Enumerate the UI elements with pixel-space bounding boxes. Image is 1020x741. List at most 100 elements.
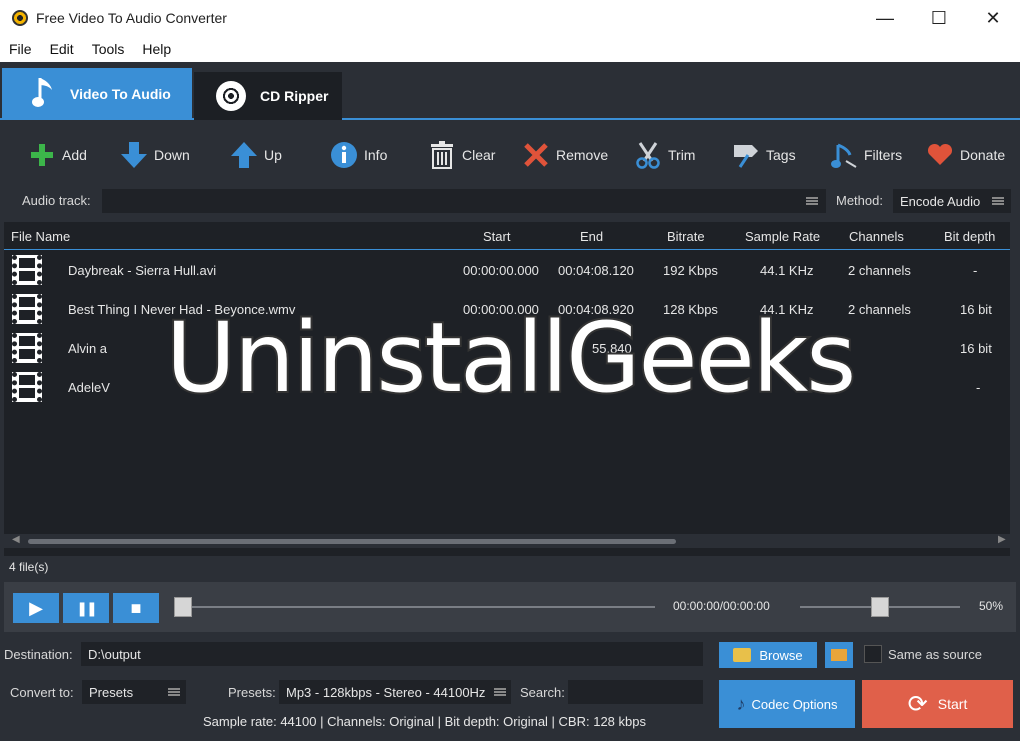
browse-button[interactable]: Browse	[719, 642, 817, 668]
audio-track-select[interactable]	[102, 189, 826, 213]
filters-label: Filters	[864, 147, 903, 163]
presets-label: Presets:	[228, 685, 276, 700]
col-start[interactable]: Start	[483, 229, 510, 244]
filters-button[interactable]: Filters	[830, 138, 902, 172]
trim-button[interactable]: Trim	[634, 138, 695, 172]
cell-end: 00:04:08.120	[558, 263, 634, 278]
minimize-button[interactable]: —	[858, 0, 912, 36]
presets-select[interactable]: Mp3 - 128kbps - Stereo - 44100Hz	[279, 680, 511, 704]
scroll-left-icon[interactable]: ◀	[12, 534, 20, 545]
tab-cd-ripper[interactable]: CD Ripper	[194, 72, 342, 120]
cell-bitrate: 192 Kbps	[663, 263, 718, 278]
table-header: File Name Start End Bitrate Sample Rate …	[4, 222, 1010, 250]
cell-bit-depth: -	[976, 380, 981, 395]
scrollbar-thumb[interactable]	[28, 539, 676, 544]
cell-bitrate: 128 Kbps	[663, 302, 718, 317]
open-folder-icon	[831, 649, 847, 661]
menu-lines-icon	[494, 688, 506, 696]
toolbar: Add Down Up Info Clear Remove Trim Tags	[0, 132, 1020, 178]
col-sample-rate[interactable]: Sample Rate	[745, 229, 820, 244]
stop-button[interactable]: ■	[113, 593, 159, 623]
volume-knob[interactable]	[871, 597, 889, 617]
up-button[interactable]: Up	[230, 138, 282, 172]
folder-icon	[733, 648, 752, 662]
info-label: Info	[364, 147, 388, 163]
tab-video-to-audio[interactable]: Video To Audio	[2, 68, 192, 120]
tags-button[interactable]: Tags	[732, 138, 796, 172]
remove-label: Remove	[556, 147, 609, 163]
search-label: Search:	[520, 685, 565, 700]
menu-help[interactable]: Help	[133, 41, 180, 57]
tag-icon	[732, 141, 760, 169]
table-row[interactable]: Daybreak - Sierra Hull.avi 00:00:00.000 …	[4, 251, 1010, 290]
remove-button[interactable]: Remove	[522, 138, 608, 172]
cell-start: 00:00:00.000	[463, 263, 539, 278]
down-button[interactable]: Down	[120, 138, 190, 172]
clear-button[interactable]: Clear	[428, 138, 495, 172]
film-icon	[12, 294, 42, 324]
method-value: Encode Audio	[900, 193, 981, 209]
info-icon	[330, 141, 358, 169]
title-bar: Free Video To Audio Converter — ☐ ✕	[0, 0, 1020, 36]
scroll-right-icon[interactable]: ▶	[998, 534, 1006, 545]
browse-label: Browse	[759, 647, 803, 663]
info-button[interactable]: Info	[330, 138, 387, 172]
table-row[interactable]: Best Thing I Never Had - Beyonce.wmv 00:…	[4, 290, 1010, 329]
codec-options-button[interactable]: ♪ Codec Options	[719, 680, 855, 728]
table-row[interactable]: Alvin a 55.840 16 bit	[4, 329, 1010, 368]
cell-end: 55.840	[592, 341, 632, 356]
menu-tools[interactable]: Tools	[83, 41, 134, 57]
film-icon	[12, 255, 42, 285]
tags-label: Tags	[766, 147, 796, 163]
time-display: 00:00:00/00:00:00	[673, 599, 770, 613]
cell-sample-rate: 44.1 KHz	[760, 302, 814, 317]
scissors-icon	[634, 141, 662, 169]
col-bitrate[interactable]: Bitrate	[667, 229, 705, 244]
pause-button[interactable]: ❚❚	[63, 593, 109, 623]
seek-track[interactable]	[179, 606, 655, 608]
add-label: Add	[62, 147, 87, 163]
open-folder-button[interactable]	[825, 642, 853, 668]
search-input[interactable]	[568, 680, 703, 704]
donate-button[interactable]: Donate	[926, 138, 1005, 172]
seek-knob[interactable]	[174, 597, 192, 617]
cell-end: 00:04:08.920	[558, 302, 634, 317]
cell-bit-depth: 16 bit	[960, 302, 992, 317]
method-label: Method:	[836, 193, 883, 208]
tab-label: CD Ripper	[260, 88, 329, 104]
play-button[interactable]: ▶	[13, 593, 59, 623]
col-bit-depth[interactable]: Bit depth	[944, 229, 995, 244]
cell-sample-rate: 44.1 KHz	[760, 263, 814, 278]
close-button[interactable]: ✕	[966, 0, 1020, 36]
convert-to-value: Presets	[89, 684, 134, 700]
col-file-name[interactable]: File Name	[11, 229, 70, 244]
menu-file[interactable]: File	[0, 41, 41, 57]
music-note-icon: ♪	[736, 693, 746, 714]
window-title: Free Video To Audio Converter	[36, 10, 227, 26]
pause-icon: ❚❚	[76, 599, 98, 616]
cell-start: 00:00:00.000	[463, 302, 539, 317]
file-count: 4 file(s)	[9, 560, 49, 574]
menu-lines-icon	[992, 197, 1004, 205]
destination-input[interactable]: D:\output	[81, 642, 703, 666]
plus-icon	[28, 141, 56, 169]
table-row[interactable]: AdeleV -	[4, 368, 1010, 407]
menu-lines-icon	[806, 197, 818, 205]
add-button[interactable]: Add	[28, 138, 87, 172]
maximize-button[interactable]: ☐	[912, 0, 966, 36]
same-as-source-checkbox[interactable]	[864, 645, 882, 663]
clear-label: Clear	[462, 147, 496, 163]
audio-track-label: Audio track:	[22, 193, 91, 208]
down-label: Down	[154, 147, 190, 163]
col-end[interactable]: End	[580, 229, 603, 244]
cell-bit-depth: 16 bit	[960, 341, 992, 356]
film-icon	[12, 333, 42, 363]
convert-to-label: Convert to:	[10, 685, 74, 700]
col-channels[interactable]: Channels	[849, 229, 904, 244]
menu-edit[interactable]: Edit	[41, 41, 83, 57]
cell-name: Daybreak - Sierra Hull.avi	[68, 263, 217, 278]
refresh-icon: ⟳	[907, 690, 928, 718]
horizontal-scrollbar[interactable]: ◀ ▶	[4, 534, 1010, 548]
tab-bar: Video To Audio CD Ripper	[0, 62, 1020, 120]
start-button[interactable]: ⟳ Start	[862, 680, 1013, 728]
